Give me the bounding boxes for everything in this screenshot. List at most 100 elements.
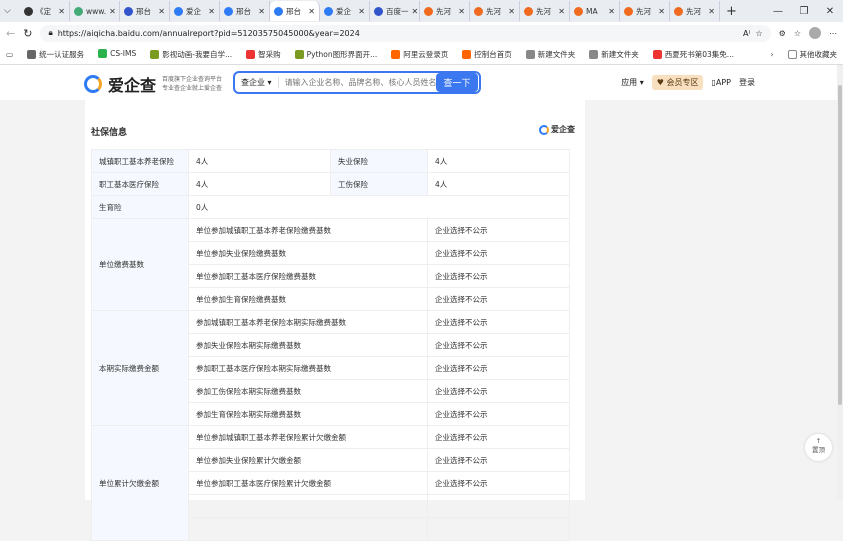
bookmark-item[interactable]: 新建文件夹 (525, 49, 575, 60)
bookmark-item[interactable]: CS-IMS (98, 49, 136, 60)
browser-tab[interactable]: 邢台 ✕ (220, 1, 270, 21)
item-label: 单位参加失业保险累计欠缴金额 (188, 448, 428, 472)
slogan-2: 专业查企业就上爱企查 (162, 85, 223, 92)
row-value: 4人 (188, 149, 331, 173)
row-label: 工伤保险 (330, 172, 428, 196)
apps-menu[interactable]: 应用 ▾ (621, 77, 644, 88)
bookmark-label: 统一认证服务 (39, 49, 85, 59)
item-value: 企业选择不公示 (427, 333, 570, 357)
back-icon[interactable]: ← (6, 27, 15, 40)
close-tab-icon[interactable]: ✕ (208, 7, 215, 16)
browser-tab[interactable]: 百度一 ✕ (370, 1, 420, 21)
tab-favicon-icon (624, 6, 633, 16)
favorites-icon[interactable]: ☆ (794, 29, 801, 38)
more-menu-icon[interactable]: ⋯ (829, 29, 837, 38)
bookmarks-bar: ▭ 统一认证服务 CS-IMS 影视动画-我要自学... 智采购 Python图形界面开… (0, 44, 843, 65)
login-link[interactable]: 登录 (739, 77, 755, 88)
bookmark-icon (589, 50, 599, 59)
close-tab-icon[interactable]: ✕ (558, 7, 565, 16)
site-logo[interactable]: 爱企查 百度旗下企业查询平台 专业查企业就上爱企查 (84, 72, 222, 96)
close-tab-icon[interactable]: ✕ (458, 7, 465, 16)
item-value: 企业选择不公示 (427, 425, 570, 449)
scrollbar-thumb[interactable] (838, 85, 842, 405)
browser-tab[interactable]: 先河 ✕ (520, 1, 570, 21)
bookmark-item[interactable]: 阿里云登录页 (391, 49, 448, 60)
close-tab-icon[interactable]: ✕ (58, 7, 65, 16)
close-tab-icon[interactable]: ✕ (109, 7, 116, 16)
address-bar[interactable]: 🔒︎ https://aiqicha.baidu.com/annualreport… (40, 24, 771, 42)
bookmark-label: CS-IMS (110, 48, 137, 58)
favorite-star-icon[interactable]: ☆ (755, 29, 762, 38)
tab-list-chevron-icon[interactable]: ⌵ (4, 6, 20, 16)
app-link[interactable]: ▯APP (711, 78, 731, 87)
browser-tab[interactable]: 先河 ✕ (470, 1, 520, 21)
new-tab-button[interactable]: + (726, 4, 737, 19)
bookmark-item[interactable]: Python图形界面开... (294, 49, 377, 60)
search-input[interactable] (278, 78, 436, 87)
search-box: 查企业 ▾ 查一下 (233, 71, 481, 94)
browser-tab[interactable]: MA ✕ (570, 1, 620, 21)
bookmark-item[interactable]: 统一认证服务 (27, 49, 84, 60)
bookmark-label: 阿里云登录页 (403, 49, 449, 59)
item-label (188, 517, 428, 541)
browser-tab[interactable]: 先河 ✕ (670, 1, 720, 21)
reload-icon[interactable]: ↻ (23, 27, 32, 40)
item-label (188, 494, 428, 518)
close-window-button[interactable]: ✕ (817, 6, 843, 17)
bookmarks-more-chevron-icon[interactable]: › (771, 50, 774, 59)
bookmark-item[interactable]: 影视动画-我要自学... (150, 49, 232, 60)
close-tab-icon[interactable]: ✕ (658, 7, 665, 16)
read-aloud-icon[interactable]: A⁾ (743, 29, 750, 38)
bookmark-item[interactable]: 新建文件夹 (589, 49, 639, 60)
item-value (427, 517, 570, 541)
bookmark-label: 影视动画-我要自学... (162, 49, 233, 59)
close-tab-icon[interactable]: ✕ (708, 7, 715, 16)
item-value: 企业选择不公示 (427, 241, 570, 265)
browser-tab[interactable]: 爱企 ✕ (170, 1, 220, 21)
browser-tab[interactable]: 先河 ✕ (420, 1, 470, 21)
row-value: 4人 (427, 149, 570, 173)
tab-title: 先河 (686, 6, 701, 16)
bookmark-item[interactable]: 控制台首页 (462, 49, 512, 60)
browser-tab[interactable]: 《定 ✕ (20, 1, 70, 21)
close-tab-icon[interactable]: ✕ (308, 7, 315, 16)
search-button[interactable]: 查一下 (436, 73, 478, 92)
close-tab-icon[interactable]: ✕ (258, 7, 265, 16)
other-bookmarks[interactable]: 其他收藏夹 (787, 49, 838, 60)
close-tab-icon[interactable]: ✕ (608, 7, 615, 16)
browser-tab[interactable]: www. ✕ (70, 1, 120, 21)
address-bar-row: ← ↻ 🔒︎ https://aiqicha.baidu.com/annualre… (0, 22, 843, 44)
browser-tab[interactable]: 爱企 ✕ (320, 1, 370, 21)
close-tab-icon[interactable]: ✕ (158, 7, 165, 16)
search-type-dropdown[interactable]: 查企业 ▾ (235, 77, 279, 88)
browser-tab[interactable]: 邢台 ✕ (270, 1, 320, 21)
page-scrollbar[interactable] (837, 65, 843, 500)
close-tab-icon[interactable]: ✕ (412, 7, 419, 16)
item-label: 参加失业保险本期实际缴费基数 (188, 333, 428, 357)
item-value: 企业选择不公示 (427, 264, 570, 288)
item-label: 单位参加城镇职工基本养老保险缴费基数 (188, 218, 428, 242)
close-tab-icon[interactable]: ✕ (358, 7, 365, 16)
bookmark-item[interactable]: 智采购 (246, 49, 281, 60)
close-tab-icon[interactable]: ✕ (508, 7, 515, 16)
row-value: 0人 (188, 195, 570, 219)
back-to-top-button[interactable]: ↑ 置顶 (805, 434, 832, 461)
browser-tab[interactable]: 邢台 ✕ (120, 1, 170, 21)
vip-zone-button[interactable]: ♥ 会员专区 (651, 75, 704, 90)
browser-tab[interactable]: 先河 ✕ (620, 1, 670, 21)
bookmark-label: 西夏死书第03集免... (664, 49, 734, 59)
extensions-icon[interactable]: ⚙ (779, 29, 786, 38)
tab-favicon-icon (524, 6, 533, 16)
item-value: 企业选择不公示 (427, 471, 570, 495)
bookmark-toggle-icon[interactable]: ▭ (6, 50, 13, 59)
tab-title: 邢台 (236, 6, 251, 16)
bookmark-icon (462, 50, 472, 59)
other-bookmarks-label: 其他收藏夹 (799, 49, 838, 59)
logo-icon (539, 124, 549, 135)
minimize-button[interactable]: — (765, 6, 791, 17)
bookmark-item[interactable]: 西夏死书第03集免... (652, 49, 734, 60)
bookmark-icon (294, 50, 304, 59)
restore-button[interactable]: ❐ (791, 6, 817, 17)
item-label: 单位参加职工基本医疗保险缴费基数 (188, 264, 428, 288)
profile-avatar[interactable] (809, 27, 821, 39)
